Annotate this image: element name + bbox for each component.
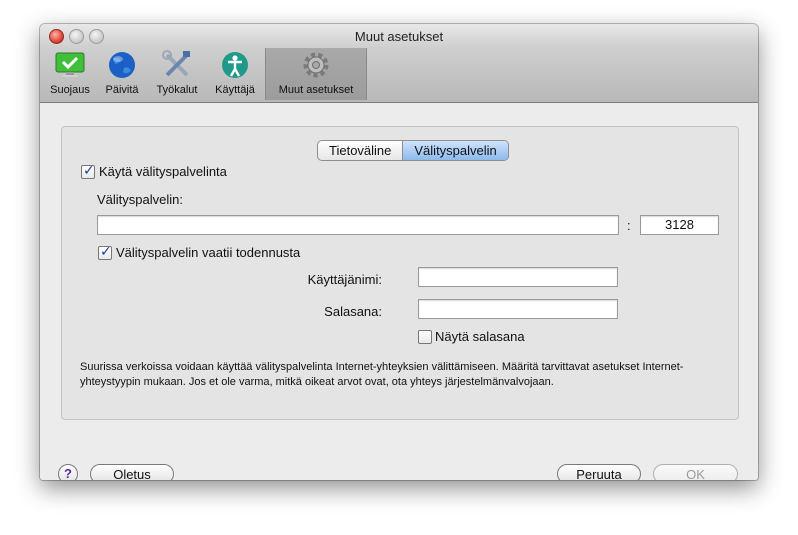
toolbar-item-muut-asetukset[interactable]: Muut asetukset xyxy=(265,48,367,100)
titlebar: Muut asetukset Suojaus Päivitä Työkalut … xyxy=(40,24,758,103)
proxy-server-label: Välityspalvelin: xyxy=(97,192,183,207)
use-proxy-label: Käytä välityspalvelinta xyxy=(99,164,227,179)
port-separator: : xyxy=(627,218,631,233)
password-input[interactable] xyxy=(418,299,618,319)
proxy-description: Suurissa verkoissa voidaan käyttää välit… xyxy=(80,361,684,388)
default-button[interactable]: Oletus xyxy=(90,464,174,480)
tab-tietovaline[interactable]: Tietoväline xyxy=(318,141,402,160)
tab-control: Tietoväline Välityspalvelin xyxy=(317,140,509,161)
tab-valityspalvelin[interactable]: Välityspalvelin xyxy=(402,141,508,160)
use-proxy-checkbox[interactable]: ✓ xyxy=(81,162,95,179)
gear-icon xyxy=(303,52,329,78)
show-password-label: Näytä salasana xyxy=(435,329,525,344)
window-title: Muut asetukset xyxy=(354,29,444,44)
toolbar-item-tyokalut[interactable]: Työkalut xyxy=(150,48,204,100)
checkmark-icon: ✓ xyxy=(100,243,112,259)
show-password-checkbox[interactable] xyxy=(418,330,432,344)
monitor-check-icon xyxy=(55,52,85,77)
toolbar-label: Työkalut xyxy=(156,84,198,96)
toolbar-label: Suojaus xyxy=(50,84,90,96)
proxy-server-input[interactable] xyxy=(97,215,619,235)
ok-button[interactable]: OK xyxy=(653,464,738,480)
preferences-window: Muut asetukset Suojaus Päivitä Työkalut … xyxy=(40,24,758,480)
toolbar-item-paivita[interactable]: Päivitä xyxy=(100,48,144,100)
proxy-auth-checkbox[interactable]: ✓ xyxy=(98,243,112,260)
proxy-groupbox: Tietoväline Välityspalvelin ✓ Käytä väli… xyxy=(61,126,739,420)
toolbar-item-suojaus[interactable]: Suojaus xyxy=(46,48,94,100)
checkmark-icon: ✓ xyxy=(83,162,95,178)
globe-icon xyxy=(109,52,135,78)
username-label: Käyttäjänimi: xyxy=(307,272,382,287)
proxy-auth-label: Välityspalvelin vaatii todennusta xyxy=(116,245,301,260)
content-area: Tietoväline Välityspalvelin ✓ Käytä väli… xyxy=(40,103,758,480)
password-label: Salasana: xyxy=(324,304,382,319)
toolbar-label: Muut asetukset xyxy=(278,84,354,96)
tools-icon xyxy=(162,50,190,77)
help-button[interactable]: ? xyxy=(58,464,78,480)
toolbar-label: Käyttäjä xyxy=(215,84,255,96)
proxy-port-input[interactable]: 3128 xyxy=(640,215,719,235)
toolbar-label: Päivitä xyxy=(105,84,139,96)
user-icon xyxy=(222,52,248,78)
toolbar-item-kayttaja[interactable]: Käyttäjä xyxy=(210,48,260,100)
cancel-button[interactable]: Peruuta xyxy=(557,464,641,480)
username-input[interactable] xyxy=(418,267,618,287)
